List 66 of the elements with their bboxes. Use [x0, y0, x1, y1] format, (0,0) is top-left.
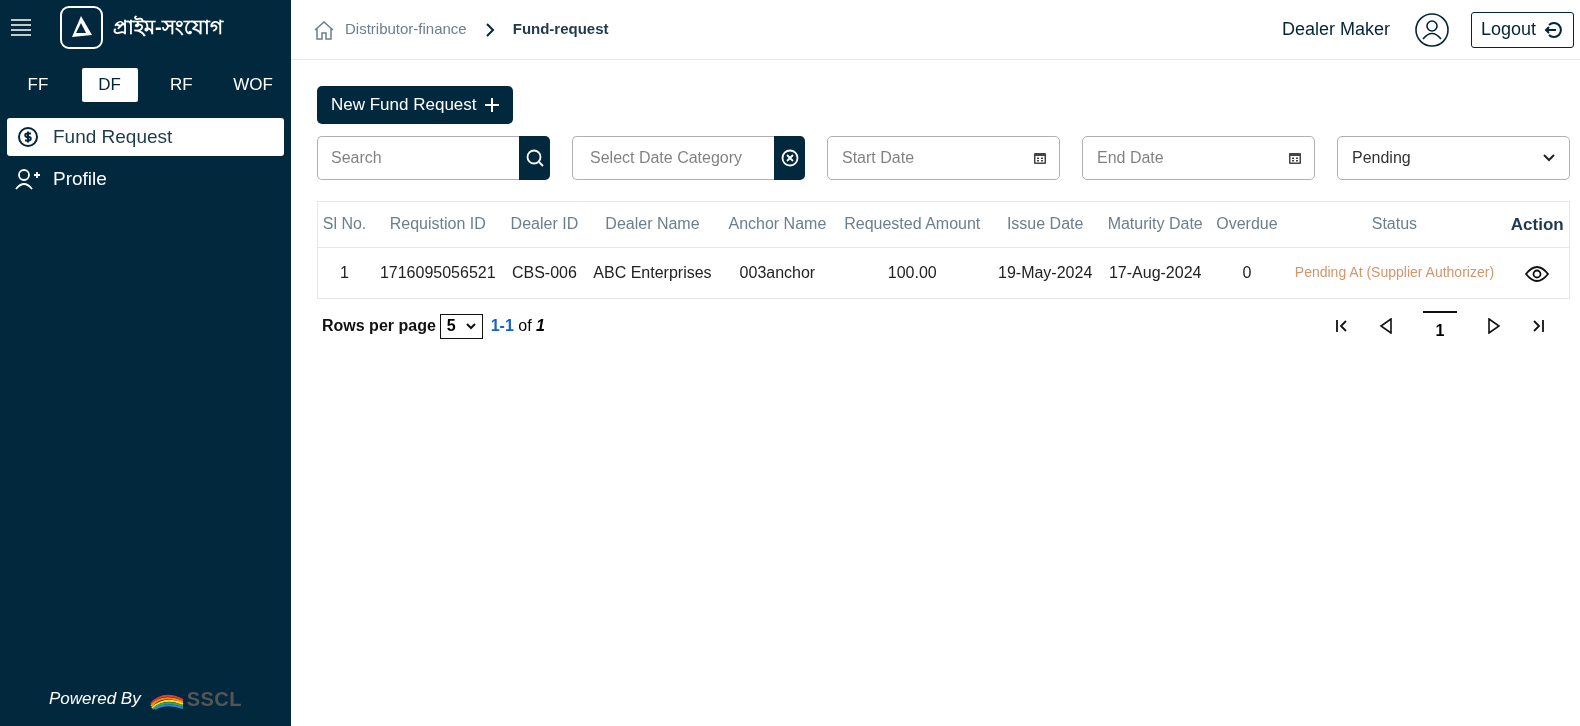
brand-name: প্রাইম-সংযোগ: [113, 14, 223, 40]
table-cell: 1716095056521: [371, 247, 505, 298]
user-avatar-icon[interactable]: [1414, 12, 1449, 47]
table-cell: 100.00: [834, 247, 991, 298]
search-icon: [525, 149, 544, 167]
home-icon[interactable]: [313, 19, 335, 40]
logo-icon: [60, 5, 103, 49]
last-page-icon[interactable]: [1531, 319, 1545, 333]
search-field[interactable]: Search: [317, 136, 519, 180]
calendar-icon: [1289, 152, 1301, 164]
logout-button[interactable]: Logout: [1470, 11, 1574, 48]
powered-by-text: Powered By: [49, 688, 141, 711]
column-header: Status: [1283, 202, 1506, 247]
menu-icon[interactable]: [10, 18, 32, 36]
dollar-circle-icon: [17, 126, 39, 148]
module-tab[interactable]: RF: [153, 68, 210, 102]
column-header: Requested Amount: [834, 202, 991, 247]
breadcrumb-link[interactable]: Fund-request: [512, 18, 609, 41]
table-cell: ABC Enterprises: [584, 247, 721, 298]
table-cell: 003anchor: [720, 247, 835, 298]
column-header: Anchor Name: [720, 202, 835, 247]
breadcrumb-link[interactable]: Distributor-finance: [345, 18, 467, 41]
chevron-down-icon: [465, 322, 476, 330]
table-cell: CBS-006: [504, 247, 585, 298]
column-header: Dealer ID: [504, 202, 585, 247]
view-eye-icon[interactable]: [1525, 265, 1550, 282]
page-range-text: 1-1 of 1: [490, 316, 545, 336]
sidebar-item[interactable]: Fund Request: [7, 118, 284, 156]
rows-per-page-label: Rows per page: [322, 316, 436, 336]
table-cell: 1: [318, 247, 372, 298]
page-button[interactable]: 1: [1423, 311, 1457, 341]
module-tab[interactable]: WOF: [224, 68, 281, 102]
start-date-field[interactable]: Start Date: [827, 136, 1060, 180]
column-header: Overdue: [1210, 202, 1284, 247]
logo-text: SSCL: [186, 687, 242, 712]
plus-icon: [484, 98, 499, 112]
table-cell: 17-Aug-2024: [1099, 247, 1211, 298]
clear-icon: [780, 149, 799, 167]
module-tab[interactable]: FF: [10, 68, 66, 102]
next-page-icon[interactable]: [1487, 318, 1501, 334]
column-header: Issue Date: [990, 202, 1100, 247]
calendar-icon: [1034, 152, 1046, 164]
first-page-icon[interactable]: [1335, 319, 1349, 333]
date-category-field[interactable]: Select Date Category: [572, 136, 774, 180]
rows-per-page-select[interactable]: 5: [439, 313, 483, 339]
table-cell: 0: [1210, 247, 1284, 298]
search-button[interactable]: [519, 136, 550, 180]
column-header: Requistion ID: [371, 202, 505, 247]
table-cell: 19-May-2024: [990, 247, 1100, 298]
logout-icon: [1544, 19, 1564, 40]
user-name: Dealer Maker: [1281, 18, 1390, 41]
previous-page-icon[interactable]: [1379, 318, 1393, 334]
status-dropdown[interactable]: Pending: [1337, 136, 1570, 180]
end-date-field[interactable]: End Date: [1082, 136, 1315, 180]
chevron-right-icon: [484, 21, 495, 38]
table-cell: Pending At (Supplier Authorizer): [1283, 247, 1506, 298]
chevron-down-icon: [1543, 154, 1555, 162]
user-plus-icon: [15, 168, 41, 190]
column-header: Maturity Date: [1099, 202, 1211, 247]
new-fund-request-button[interactable]: New Fund Request: [317, 86, 513, 124]
column-header: Sl No.: [318, 202, 372, 247]
column-header: Action: [1505, 202, 1569, 247]
sidebar-item[interactable]: Profile: [7, 160, 284, 198]
module-tab[interactable]: DF: [81, 68, 138, 102]
clear-button[interactable]: [774, 136, 805, 180]
column-header: Dealer Name: [584, 202, 721, 247]
